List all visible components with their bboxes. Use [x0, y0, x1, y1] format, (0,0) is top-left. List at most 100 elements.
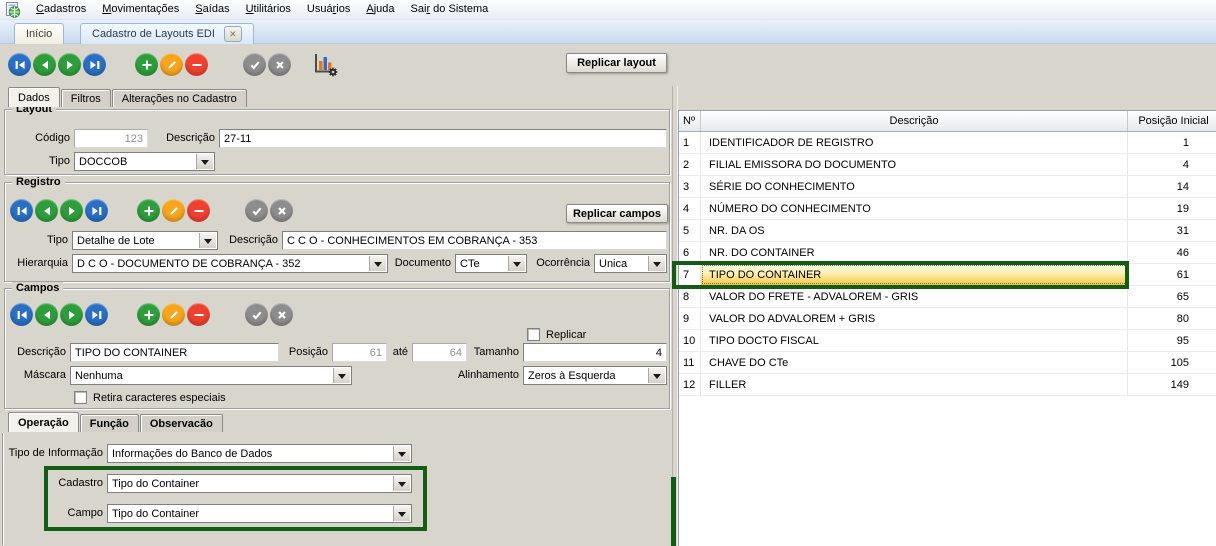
- grid-cell-pos[interactable]: 1: [1128, 132, 1215, 153]
- tab-observacao[interactable]: Observacão: [140, 414, 223, 432]
- hierarquia-select[interactable]: D C O - DOCUMENTO DE COBRANÇA - 352: [72, 254, 388, 273]
- table-row[interactable]: 9VALOR DO ADVALOREM + GRIS80: [679, 308, 1216, 330]
- grid-cell-desc[interactable]: NR. DA OS: [701, 220, 1128, 241]
- codigo-field[interactable]: 123: [74, 129, 148, 148]
- grid-cell-desc[interactable]: IDENTIFICADOR DE REGISTRO: [701, 132, 1128, 153]
- grid-cell-n[interactable]: 1: [679, 132, 701, 153]
- tab-funcao[interactable]: Função: [80, 414, 139, 432]
- grid-cell-n[interactable]: 2: [679, 154, 701, 175]
- grid-cell-desc[interactable]: VALOR DO FRETE - ADVALOREM - GRIS: [701, 286, 1128, 307]
- chevron-down-icon[interactable]: [199, 233, 216, 248]
- grid-cell-n[interactable]: 11: [679, 352, 701, 373]
- edit-button[interactable]: [162, 303, 185, 326]
- menu-sair-do-sistema[interactable]: Sair do Sistema: [403, 1, 497, 18]
- column-header-descricao[interactable]: Descrição: [701, 111, 1128, 131]
- tab-alteracoes-cadastro[interactable]: Alterações no Cadastro: [112, 89, 247, 107]
- chevron-down-icon[interactable]: [648, 256, 665, 271]
- cancel-button[interactable]: [268, 53, 291, 76]
- replicar-campos-button[interactable]: Replicar campos: [566, 204, 668, 223]
- replicar-checkbox[interactable]: [527, 328, 540, 341]
- ate-field[interactable]: 64: [412, 343, 467, 362]
- grid-cell-n[interactable]: 7: [679, 264, 701, 285]
- tab-filtros[interactable]: Filtros: [61, 89, 111, 107]
- table-row[interactable]: 3SÉRIE DO CONHECIMENTO14: [679, 176, 1216, 198]
- nav-next-button[interactable]: [60, 303, 83, 326]
- add-button[interactable]: [137, 199, 160, 222]
- grid-cell-pos[interactable]: 105: [1128, 352, 1215, 373]
- chevron-down-icon[interactable]: [393, 476, 410, 491]
- tab-operacao[interactable]: Operação: [8, 412, 79, 432]
- grid-cell-n[interactable]: 3: [679, 176, 701, 197]
- grid-cell-pos[interactable]: 95: [1128, 330, 1215, 351]
- tipo-informacao-select[interactable]: Informações do Banco de Dados: [107, 444, 412, 463]
- menu-movimentacoes[interactable]: Movimentações: [94, 1, 187, 18]
- confirm-button[interactable]: [243, 53, 266, 76]
- grid-cell-n[interactable]: 12: [679, 374, 701, 395]
- mascara-select[interactable]: Nenhuma: [70, 366, 352, 385]
- nav-next-button[interactable]: [60, 199, 83, 222]
- grid-cell-desc[interactable]: FILIAL EMISSORA DO DOCUMENTO: [701, 154, 1128, 175]
- confirm-button[interactable]: [245, 199, 268, 222]
- nav-first-button[interactable]: [10, 199, 33, 222]
- campo-select[interactable]: Tipo do Container: [107, 504, 412, 523]
- table-row[interactable]: 6NR. DO CONTAINER46: [679, 242, 1216, 264]
- grid-cell-n[interactable]: 5: [679, 220, 701, 241]
- grid-cell-desc[interactable]: NR. DO CONTAINER: [701, 242, 1128, 263]
- grid-cell-pos[interactable]: 65: [1128, 286, 1215, 307]
- table-row[interactable]: 2FILIAL EMISSORA DO DOCUMENTO4: [679, 154, 1216, 176]
- grid-cell-desc[interactable]: VALOR DO ADVALOREM + GRIS: [701, 308, 1128, 329]
- registro-tipo-select[interactable]: Detalhe de Lote: [72, 231, 218, 250]
- replicar-layout-button[interactable]: Replicar layout: [566, 53, 667, 73]
- menu-usuarios[interactable]: Usuários: [299, 1, 358, 18]
- grid-cell-desc[interactable]: SÉRIE DO CONHECIMENTO: [701, 176, 1128, 197]
- grid-cell-pos[interactable]: 80: [1128, 308, 1215, 329]
- grid-cell-desc[interactable]: TIPO DO CONTAINER: [701, 264, 1128, 285]
- chevron-down-icon[interactable]: [369, 256, 386, 271]
- close-icon[interactable]: ✕: [224, 26, 242, 42]
- menu-cadastros[interactable]: Cadastros: [28, 1, 94, 18]
- cancel-button[interactable]: [270, 199, 293, 222]
- grid-cell-n[interactable]: 4: [679, 198, 701, 219]
- table-row[interactable]: 10TIPO DOCTO FISCAL95: [679, 330, 1216, 352]
- grid-cell-desc[interactable]: CHAVE DO CTe: [701, 352, 1128, 373]
- grid-cell-pos[interactable]: 14: [1128, 176, 1215, 197]
- campos-descricao-field[interactable]: TIPO DO CONTAINER: [70, 343, 279, 362]
- grid-cell-desc[interactable]: NÚMERO DO CONHECIMENTO: [701, 198, 1128, 219]
- delete-button[interactable]: [187, 199, 210, 222]
- nav-last-button[interactable]: [85, 303, 108, 326]
- nav-last-button[interactable]: [83, 53, 106, 76]
- grid-cell-n[interactable]: 10: [679, 330, 701, 351]
- tamanho-field[interactable]: 4: [523, 343, 667, 362]
- documento-select[interactable]: CTe: [455, 254, 527, 273]
- nav-last-button[interactable]: [85, 199, 108, 222]
- chevron-down-icon[interactable]: [508, 256, 525, 271]
- grid-cell-desc[interactable]: TIPO DOCTO FISCAL: [701, 330, 1128, 351]
- grid-cell-pos[interactable]: 149: [1128, 374, 1215, 395]
- nav-first-button[interactable]: [8, 53, 31, 76]
- menu-utilitarios[interactable]: Utilitários: [238, 1, 299, 18]
- grid-cell-pos[interactable]: 19: [1128, 198, 1215, 219]
- chevron-down-icon[interactable]: [196, 154, 213, 169]
- column-header-n[interactable]: Nº: [679, 111, 701, 131]
- menu-ajuda[interactable]: Ajuda: [358, 1, 402, 18]
- edit-button[interactable]: [162, 199, 185, 222]
- grid-cell-pos[interactable]: 31: [1128, 220, 1215, 241]
- nav-next-button[interactable]: [58, 53, 81, 76]
- tab-inicio[interactable]: Início: [14, 23, 64, 44]
- delete-button[interactable]: [185, 53, 208, 76]
- table-row[interactable]: 12FILLER149: [679, 374, 1216, 396]
- confirm-button[interactable]: [245, 303, 268, 326]
- table-row[interactable]: 4NÚMERO DO CONHECIMENTO19: [679, 198, 1216, 220]
- alinhamento-select[interactable]: Zeros à Esquerda: [523, 366, 667, 385]
- ocorrencia-select[interactable]: Única: [594, 254, 667, 273]
- table-row[interactable]: 5NR. DA OS31: [679, 220, 1216, 242]
- add-button[interactable]: [135, 53, 158, 76]
- grid-cell-n[interactable]: 6: [679, 242, 701, 263]
- tab-dados[interactable]: Dados: [8, 87, 60, 107]
- grid-cell-n[interactable]: 9: [679, 308, 701, 329]
- table-row[interactable]: 1IDENTIFICADOR DE REGISTRO1: [679, 132, 1216, 154]
- grid-cell-desc[interactable]: FILLER: [701, 374, 1128, 395]
- chevron-down-icon[interactable]: [393, 506, 410, 521]
- tab-cadastro-layouts-edi[interactable]: Cadastro de Layouts EDI ✕: [80, 23, 254, 44]
- chevron-down-icon[interactable]: [333, 368, 350, 383]
